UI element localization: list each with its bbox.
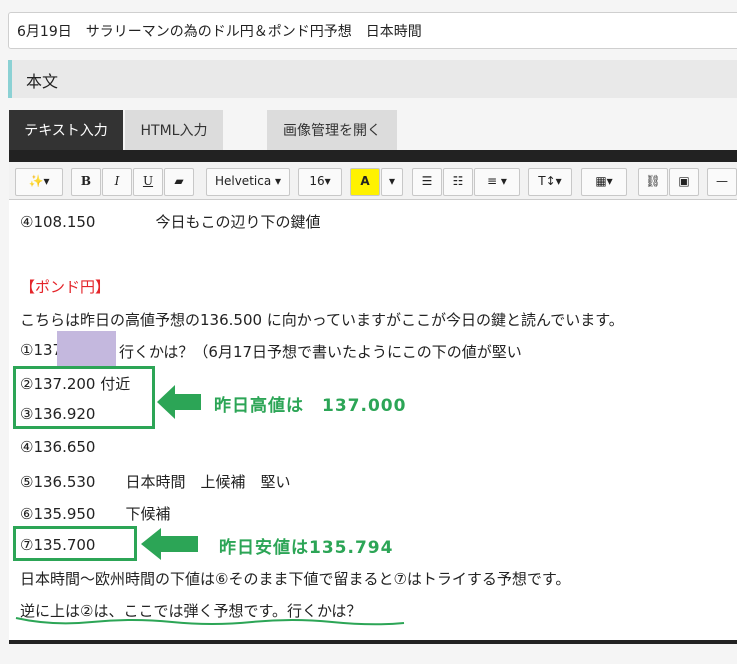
magic-wand-icon[interactable]: ✨▾ [15, 168, 63, 196]
section-heading: 本文 [8, 60, 737, 98]
annotation-low: 昨日安値は135.794 [219, 538, 394, 558]
text-line: 行くかは？（6月17日予想で書いたようにこの下の値が堅い [119, 343, 522, 361]
ordered-list-icon[interactable]: ☷ [443, 168, 473, 196]
underline-squiggle [15, 617, 405, 626]
underline-button[interactable]: U [133, 168, 163, 196]
text-color-button[interactable]: A [350, 168, 380, 196]
arrow-left-icon [157, 385, 201, 419]
align-icon[interactable]: ≡ ▾ [474, 168, 520, 196]
text-line: ⑤136.530 日本時間 上候補 堅い [20, 473, 291, 491]
image-icon[interactable]: ▣ [669, 168, 699, 196]
text-line: ④136.650 [20, 438, 96, 456]
text-line: ⑥135.950 下候補 [20, 505, 171, 523]
post-title-input[interactable]: 6月19日 サラリーマンの為のドル円＆ポンド円予想 日本時間 [8, 12, 737, 49]
editor-toolbar: ✨▾ B I U ▰ Helvetica ▾ 16▾ A ▾ ☰ ☷ ≡ ▾ T… [9, 162, 737, 200]
eraser-icon[interactable]: ▰ [164, 168, 194, 196]
text-line: ④108.150 今日もこの辺り下の鍵値 [20, 213, 321, 231]
table-icon[interactable]: ▦▾ [581, 168, 627, 196]
unordered-list-icon[interactable]: ☰ [412, 168, 442, 196]
link-icon[interactable]: ⛓ [638, 168, 668, 196]
highlight-box [13, 366, 155, 429]
annotation-high: 昨日高値は 137.000 [214, 396, 407, 416]
tab-html-input[interactable]: HTML入力 [125, 110, 223, 150]
text-line: 【ポンド円】 [20, 278, 111, 296]
italic-button[interactable]: I [102, 168, 132, 196]
text-line: ①137 [20, 341, 63, 359]
image-manager-button[interactable]: 画像管理を開く [267, 110, 397, 150]
text-line: 日本時間～欧州時間の下値は⑥そのまま下値で留まると⑦はトライする予想です。 [20, 570, 571, 588]
font-family-select[interactable]: Helvetica ▾ [206, 168, 290, 196]
arrow-left-icon [141, 528, 198, 560]
tab-text-input[interactable]: テキスト入力 [9, 110, 123, 150]
font-size-select[interactable]: 16▾ [298, 168, 342, 196]
highlight-mark [57, 331, 116, 367]
color-caret-icon[interactable]: ▾ [381, 168, 403, 196]
highlight-box [13, 526, 137, 561]
text-line: こちらは昨日の高値予想の136.500 に向かっていますがここが今日の鍵と読んで… [20, 311, 624, 329]
text-style-icon[interactable]: T↕▾ [528, 168, 572, 196]
bold-button[interactable]: B [71, 168, 101, 196]
horizontal-rule-icon[interactable]: — [707, 168, 737, 196]
